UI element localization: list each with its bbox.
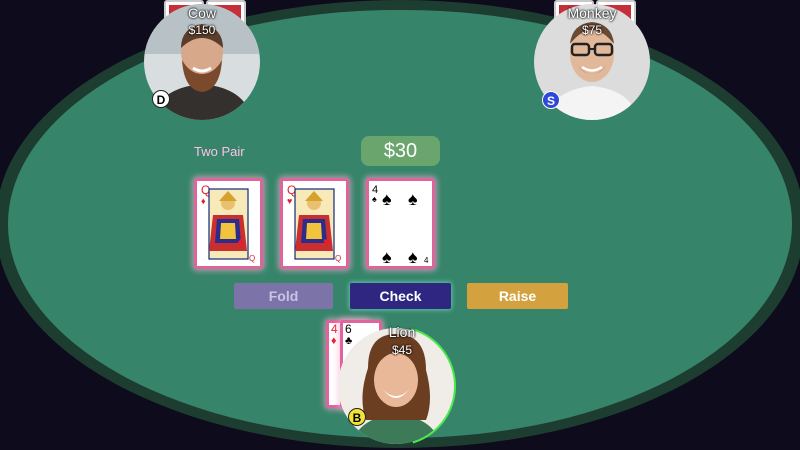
card-suit: ♠ <box>372 194 377 204</box>
dealer-badge: D <box>152 90 170 108</box>
card-suit: ♠ <box>408 247 418 266</box>
big-blind-badge: B <box>348 408 366 426</box>
card-suit: ♥ <box>287 196 292 206</box>
card-suit: ♠ <box>382 247 392 266</box>
card-rank: Q <box>335 254 341 263</box>
check-button[interactable]: Check <box>350 283 451 309</box>
card-rank: Q <box>249 254 255 263</box>
small-blind-badge: S <box>542 91 560 109</box>
player-lion: 4 ♦ 6 ♣ Lion $45 B <box>324 318 460 446</box>
player-monkey: Monkey $75 S <box>530 0 654 125</box>
player-stack: $150 <box>188 23 216 37</box>
card-suit: ♦ <box>237 234 244 250</box>
card-suit: ♠ <box>382 189 392 209</box>
pot-amount: $30 <box>361 136 440 166</box>
card-suit: ♠ <box>408 189 418 209</box>
card-suit: ♦ <box>201 196 206 206</box>
player-stack: $75 <box>581 23 603 37</box>
player-name: Cow <box>187 5 216 21</box>
community-card: 4 ♠ ♠ ♠ ♠ ♠ 4 <box>366 178 435 269</box>
community-card: Q ♥ ♥ Q <box>280 178 349 269</box>
hand-rank-label: Two Pair <box>194 144 245 159</box>
card-rank: 4 <box>424 256 429 265</box>
player-name: Lion <box>388 324 416 340</box>
player-cow: Cow $150 D <box>140 0 264 125</box>
fold-button[interactable]: Fold <box>234 283 333 309</box>
player-stack: $45 <box>391 343 413 357</box>
raise-button[interactable]: Raise <box>467 283 568 309</box>
community-card: Q ♦ ♦ Q <box>194 178 263 269</box>
player-name: Monkey <box>567 5 617 21</box>
card-suit: ♥ <box>323 234 331 250</box>
